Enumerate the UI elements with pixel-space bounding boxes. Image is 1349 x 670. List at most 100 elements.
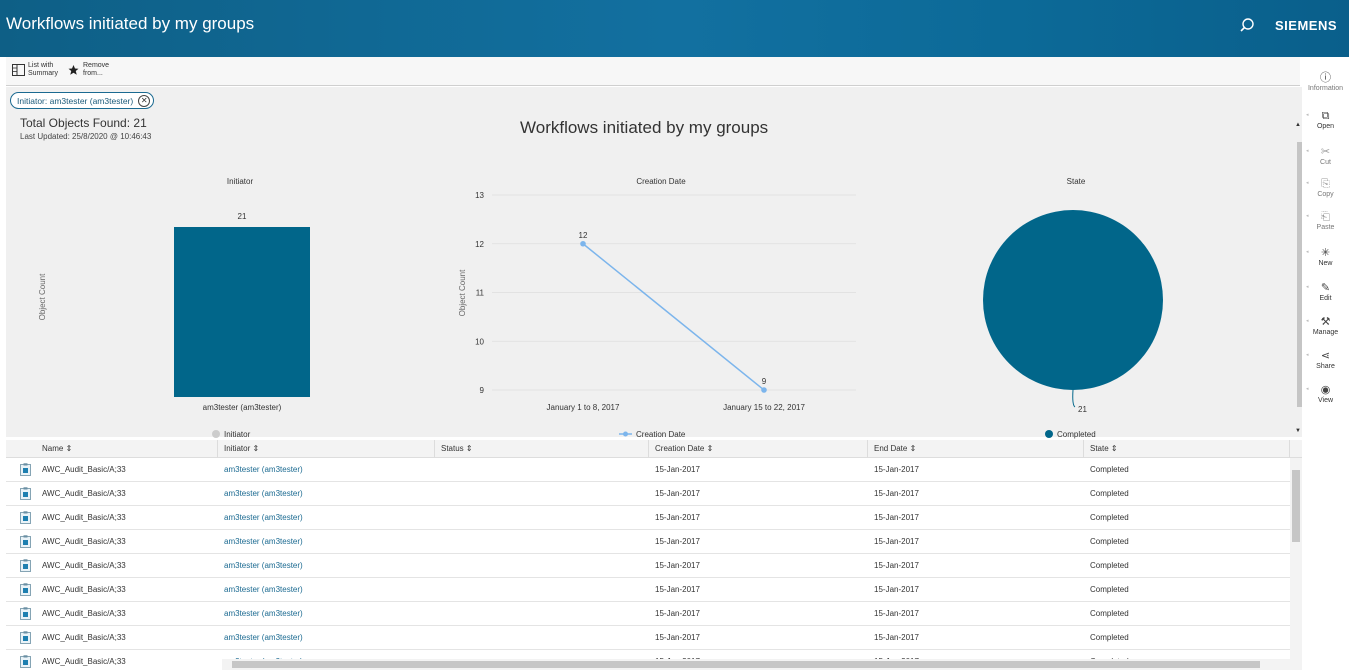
results-table: Name ⇕ Initiator ⇕ Status ⇕ Creation Date ⇕… <box>6 440 1302 670</box>
list-summary-icon <box>12 64 25 76</box>
column-header-status[interactable]: Status ⇕ <box>435 440 649 458</box>
cell-end-date: 15-Jan-2017 <box>874 609 919 618</box>
legend-label: Completed <box>1057 430 1096 439</box>
last-updated: Last Updated: 25/8/2020 @ 10:46:43 <box>20 132 152 141</box>
table-row[interactable]: AWC_Audit_Basic/A;33 am3tester (am3tester… <box>6 578 1290 602</box>
cell-creation-date: 15-Jan-2017 <box>655 609 700 618</box>
new-icon: ✳ <box>1320 247 1331 259</box>
legend-item[interactable]: Completed <box>1045 430 1096 439</box>
column-header-initiator[interactable]: Initiator ⇕ <box>218 440 435 458</box>
table-row[interactable]: AWC_Audit_Basic/A;33 am3tester (am3tester… <box>6 602 1290 626</box>
column-header-state[interactable]: State ⇕ <box>1084 440 1290 458</box>
chart-title: State <box>1067 177 1086 186</box>
cell-creation-date: 15-Jan-2017 <box>655 561 700 570</box>
cell-end-date: 15-Jan-2017 <box>874 465 919 474</box>
rail-label: Copy <box>1317 191 1334 198</box>
rail-open-button[interactable]: ◂ ⧉ Open <box>1302 109 1349 130</box>
legend-label: Creation Date <box>636 430 686 439</box>
expand-caret-icon: ◂ <box>1306 112 1309 118</box>
cell-initiator[interactable]: am3tester (am3tester) <box>218 578 435 602</box>
cell-end-date: 15-Jan-2017 <box>874 537 919 546</box>
cell-initiator[interactable]: am3tester (am3tester) <box>218 458 435 482</box>
table-row[interactable]: AWC_Audit_Basic/A;33 am3tester (am3tester… <box>6 554 1290 578</box>
series-line <box>582 243 765 391</box>
cell-state: Completed <box>1090 633 1129 642</box>
cell-name: AWC_Audit_Basic/A;33 <box>42 585 126 594</box>
legend-item[interactable]: Creation Date <box>619 430 686 439</box>
search-icon[interactable] <box>1238 16 1256 34</box>
paste-icon: ⎗ <box>1321 211 1330 223</box>
leader-line <box>1072 389 1076 408</box>
column-header-end-date[interactable]: End Date ⇕ <box>868 440 1084 458</box>
cell-creation-date: 15-Jan-2017 <box>655 633 700 642</box>
bar[interactable] <box>174 227 310 397</box>
cell-initiator[interactable]: am3tester (am3tester) <box>218 554 435 578</box>
expand-caret-icon: ◂ <box>1306 284 1309 290</box>
scroll-down-arrow[interactable]: ▼ <box>1295 428 1301 434</box>
y-tick-label: 10 <box>475 337 484 346</box>
rail-label: New <box>1318 260 1333 267</box>
expand-caret-icon: ◂ <box>1306 213 1309 219</box>
table-row[interactable]: AWC_Audit_Basic/A;33 am3tester (am3tester… <box>6 530 1290 554</box>
toolbar: List with Summary Remove from... <box>6 57 1300 86</box>
copy-icon: ⎘ <box>1321 178 1330 190</box>
rail-paste-button[interactable]: ◂ ⎗ Paste <box>1302 210 1349 231</box>
cell-name: AWC_Audit_Basic/A;33 <box>42 537 126 546</box>
table-header: Name ⇕ Initiator ⇕ Status ⇕ Creation Date ⇕… <box>6 440 1302 458</box>
cell-state: Completed <box>1090 465 1129 474</box>
initiator-bar-chart: Initiator Object Count 21 am3tester (am3t… <box>38 177 310 439</box>
star-icon <box>68 65 79 75</box>
pie-slice[interactable] <box>983 210 1163 390</box>
table-horizontal-scrollbar[interactable] <box>222 659 1290 670</box>
filter-chip[interactable]: Initiator: am3tester (am3tester) ✕ <box>10 92 155 109</box>
rail-information-button[interactable]: ⓘ Information <box>1302 71 1349 92</box>
expand-caret-icon: ◂ <box>1306 352 1309 358</box>
table-row[interactable]: AWC_Audit_Basic/A;33 am3tester (am3tester… <box>6 506 1290 530</box>
rail-label: Share <box>1316 363 1335 370</box>
expand-caret-icon: ◂ <box>1306 318 1309 324</box>
rail-share-button[interactable]: ◂ ⋖ Share <box>1302 349 1349 370</box>
cell-end-date: 15-Jan-2017 <box>874 513 919 522</box>
table-row[interactable]: AWC_Audit_Basic/A;33 am3tester (am3tester… <box>6 458 1290 482</box>
cell-status <box>435 578 649 602</box>
list-with-summary-button[interactable]: List with Summary <box>12 62 58 78</box>
y-tick-label: 9 <box>480 386 485 395</box>
rail-copy-button[interactable]: ◂ ⎘ Copy <box>1302 177 1349 198</box>
rail-edit-button[interactable]: ◂ ✎ Edit <box>1302 281 1349 302</box>
brand-logo: SIEMENS <box>1275 18 1338 33</box>
cell-initiator[interactable]: am3tester (am3tester) <box>218 602 435 626</box>
scroll-up-arrow[interactable]: ▲ <box>1295 122 1301 128</box>
cell-name: AWC_Audit_Basic/A;33 <box>42 489 126 498</box>
data-point[interactable] <box>580 240 586 247</box>
cell-end-date: 15-Jan-2017 <box>874 585 919 594</box>
cell-status <box>435 506 649 530</box>
x-tick-label: January 15 to 22, 2017 <box>723 403 805 412</box>
cell-initiator[interactable]: am3tester (am3tester) <box>218 482 435 506</box>
cell-initiator[interactable]: am3tester (am3tester) <box>218 530 435 554</box>
y-axis-label: Object Count <box>38 273 47 320</box>
close-icon[interactable]: ✕ <box>138 94 151 107</box>
total-objects: Total Objects Found: 21 <box>20 116 147 130</box>
cell-state: Completed <box>1090 537 1129 546</box>
cell-initiator[interactable]: am3tester (am3tester) <box>218 506 435 530</box>
cell-status <box>435 602 649 626</box>
rail-view-button[interactable]: ◂ ◉ View <box>1302 383 1349 404</box>
cell-creation-date: 15-Jan-2017 <box>655 489 700 498</box>
column-header-creation-date[interactable]: Creation Date ⇕ <box>649 440 868 458</box>
table-row[interactable]: AWC_Audit_Basic/A;33 am3tester (am3tester… <box>6 626 1290 650</box>
cell-initiator[interactable]: am3tester (am3tester) <box>218 626 435 650</box>
chart-title: Creation Date <box>636 177 686 186</box>
info-icon: ⓘ <box>1320 72 1331 84</box>
data-point[interactable] <box>761 387 767 393</box>
table-row[interactable]: AWC_Audit_Basic/A;33 am3tester (am3tester… <box>6 482 1290 506</box>
cell-name: AWC_Audit_Basic/A;33 <box>42 609 126 618</box>
rail-manage-button[interactable]: ◂ ⚒ Manage <box>1302 315 1349 336</box>
rail-new-button[interactable]: ◂ ✳ New <box>1302 246 1349 267</box>
remove-from-button[interactable]: Remove from... <box>67 62 109 78</box>
rail-cut-button[interactable]: ◂ ✂ Cut <box>1302 145 1349 166</box>
cell-state: Completed <box>1090 489 1129 498</box>
legend-item[interactable]: Initiator <box>212 430 251 439</box>
column-header-name[interactable]: Name ⇕ <box>6 440 218 458</box>
table-vertical-scrollbar[interactable] <box>1290 458 1302 670</box>
summary-panel: Initiator: am3tester (am3tester) ✕ Total… <box>6 87 1305 439</box>
